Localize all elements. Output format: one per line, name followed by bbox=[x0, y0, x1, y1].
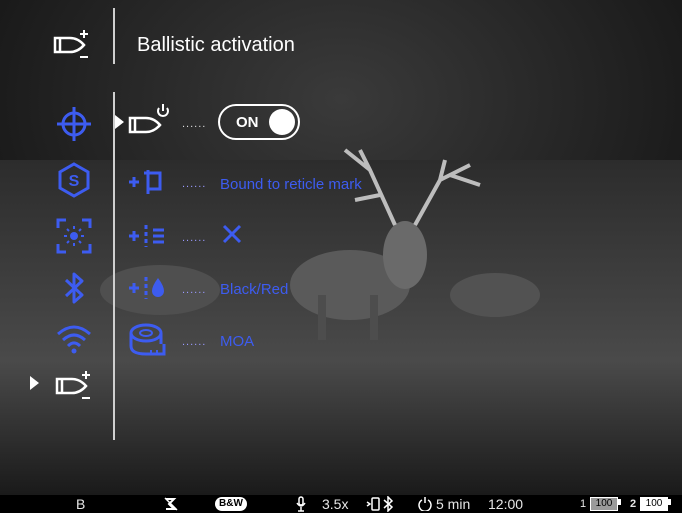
reticle-bind-icon bbox=[129, 170, 162, 194]
row-dots: ...... bbox=[182, 178, 207, 190]
battery-1-index: 1 bbox=[580, 498, 587, 510]
header-divider bbox=[113, 8, 115, 64]
sidebar-item-wifi[interactable] bbox=[52, 318, 96, 358]
row-selection-pointer bbox=[115, 115, 124, 129]
mode-indicator: B bbox=[76, 496, 86, 512]
zoom-level: 3.5x bbox=[322, 496, 349, 512]
sidebar-item-reticle[interactable] bbox=[52, 104, 96, 144]
sidebar-item-ballistics[interactable] bbox=[52, 366, 96, 406]
sidebar-divider bbox=[113, 92, 115, 440]
ballistic-bullet-plus-icon bbox=[55, 371, 90, 399]
bluetooth-icon bbox=[383, 496, 394, 512]
row-dots: ...... bbox=[182, 284, 207, 296]
bullet-power-icon bbox=[128, 104, 169, 134]
row-ballistic-activation[interactable] bbox=[126, 102, 178, 142]
moon-icon bbox=[205, 498, 211, 510]
page-title: Ballistic activation bbox=[137, 34, 295, 56]
sidebar-item-settings-s[interactable]: S bbox=[52, 160, 96, 200]
row-reticle-color[interactable] bbox=[126, 268, 178, 308]
battery-1-level: 100 bbox=[590, 497, 618, 511]
tape-measure-icon bbox=[129, 323, 166, 356]
battery-2-index: 2 bbox=[630, 498, 637, 510]
status-bar: B B&W 3.5x 5 min 12:00 1 100 2 100 bbox=[0, 495, 682, 513]
clock: 12:00 bbox=[488, 496, 524, 512]
svg-text:S: S bbox=[69, 173, 80, 190]
row-units[interactable] bbox=[126, 320, 178, 360]
ballistic-bullet-plus-icon bbox=[53, 30, 88, 58]
crosshair-icon bbox=[57, 107, 91, 141]
device-screen: Ballistic activation S ...... ON ...... … bbox=[0, 0, 682, 513]
reticle-color-value: Black/Red bbox=[220, 281, 289, 298]
phone-connected-icon bbox=[366, 497, 380, 511]
toggle-knob bbox=[269, 109, 295, 135]
reticle-drop-icon bbox=[129, 277, 164, 299]
reticle-lines-icon bbox=[129, 225, 164, 247]
battery-1-cap bbox=[618, 499, 621, 505]
stadiametric-off-icon bbox=[164, 497, 178, 511]
bluetooth-icon bbox=[64, 272, 84, 304]
battery-2-level: 100 bbox=[640, 497, 668, 511]
sidebar-item-bluetooth[interactable] bbox=[52, 268, 96, 308]
row-reticle-lines[interactable] bbox=[126, 216, 178, 256]
toggle-label: ON bbox=[236, 114, 259, 131]
row-dots: ...... bbox=[182, 118, 207, 130]
close-icon bbox=[222, 224, 242, 244]
color-mode-badge: B&W bbox=[215, 497, 247, 511]
row-dots: ...... bbox=[182, 336, 207, 348]
units-value: MOA bbox=[220, 333, 255, 350]
sidebar-selection-pointer bbox=[30, 376, 39, 390]
row-dots: ...... bbox=[182, 232, 207, 244]
microphone-icon bbox=[296, 496, 306, 512]
wifi-icon bbox=[57, 325, 91, 354]
sensor-brightness-icon bbox=[56, 218, 92, 254]
background-scene bbox=[0, 0, 682, 495]
row-reticle-binding[interactable] bbox=[126, 162, 178, 202]
hexagon-s-icon: S bbox=[58, 162, 90, 198]
battery-2-cap bbox=[668, 499, 671, 505]
reticle-binding-value: Bound to reticle mark bbox=[220, 176, 362, 193]
sidebar-item-sensor[interactable] bbox=[52, 216, 96, 256]
power-icon bbox=[418, 497, 432, 511]
auto-power-off: 5 min bbox=[436, 496, 471, 512]
activation-toggle[interactable]: ON bbox=[218, 104, 300, 140]
